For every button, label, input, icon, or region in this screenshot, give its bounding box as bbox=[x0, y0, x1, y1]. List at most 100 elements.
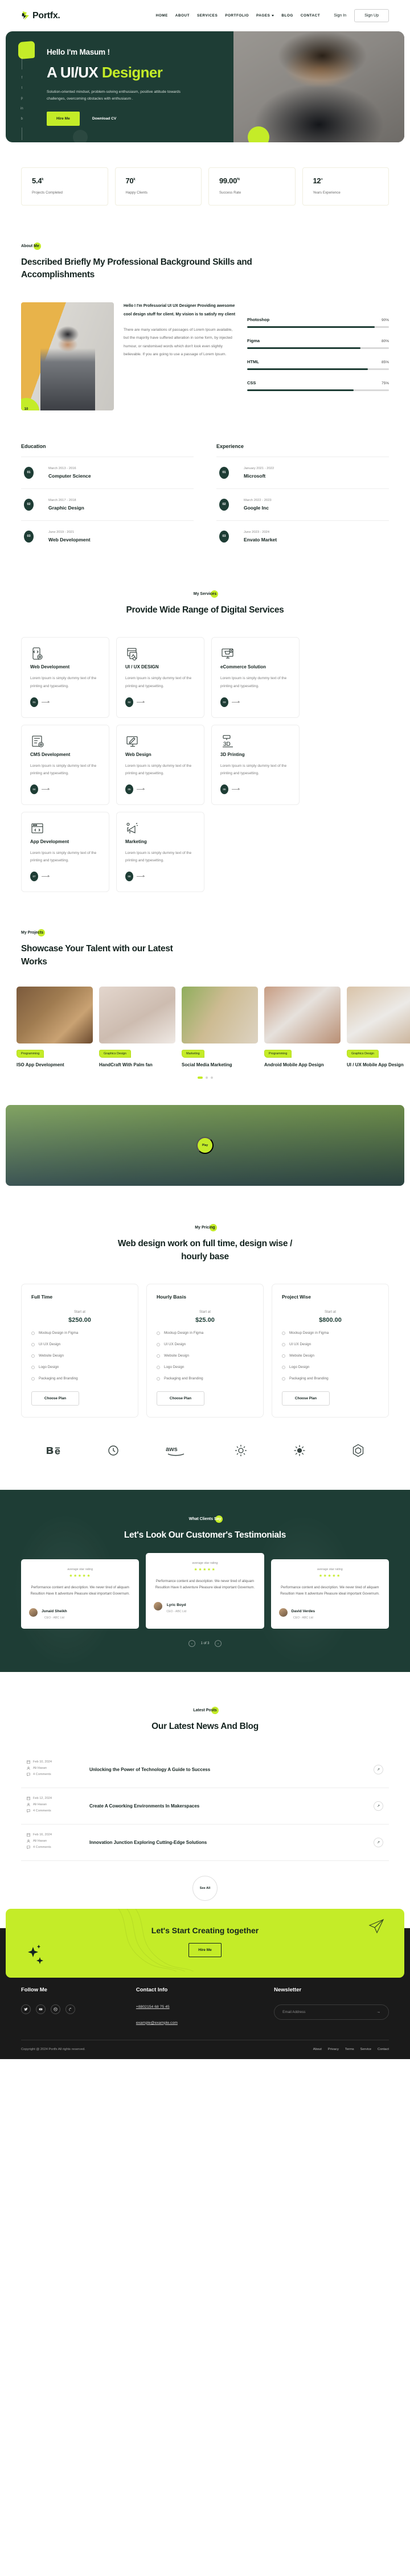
blog-author-text: Ali Hasan bbox=[33, 1802, 47, 1806]
3d-printer-icon: 3D bbox=[220, 735, 235, 751]
avatar bbox=[154, 1601, 163, 1610]
choose-plan-button[interactable]: Choose Plan bbox=[31, 1391, 79, 1406]
service-card[interactable]: Web Design Lorem Ipsum is simply dummy t… bbox=[116, 724, 204, 805]
footer-link-service[interactable]: Service bbox=[360, 2048, 371, 2051]
service-card[interactable]: Web Development Lorem Ipsum is simply du… bbox=[21, 637, 109, 718]
item-date: June 2023 - 2024 bbox=[244, 530, 270, 534]
arrow-right-icon[interactable]: → bbox=[214, 1640, 222, 1648]
shopping-monitor-icon bbox=[220, 648, 235, 664]
resume-section: Education 01 March 2013 - 2016 Computer S… bbox=[21, 443, 389, 552]
arrow-right-icon[interactable] bbox=[42, 875, 50, 878]
brand-logo[interactable]: Portfx. bbox=[21, 11, 60, 21]
video-section: Play bbox=[6, 1105, 404, 1186]
pricing-eyebrow: My Pricing bbox=[195, 1224, 218, 1232]
arrow-right-icon[interactable] bbox=[232, 787, 240, 790]
blog-row[interactable]: Feb 16, 2024 Ali Hasan 4 Comments Innova… bbox=[21, 1825, 389, 1861]
twitter-icon[interactable]: t bbox=[22, 87, 23, 90]
layers-design-icon bbox=[125, 648, 140, 664]
arrow-right-icon[interactable] bbox=[42, 787, 50, 790]
nav-item-services[interactable]: SERVICES bbox=[197, 14, 218, 18]
arrow-right-icon[interactable] bbox=[137, 787, 145, 790]
sparkle-icon bbox=[28, 1944, 43, 1964]
footer-link-contact[interactable]: Contact bbox=[378, 2048, 389, 2051]
pricing-title: Web design work on full time, design wis… bbox=[117, 1239, 293, 1262]
item-name: Computer Science bbox=[48, 473, 91, 479]
behance-icon[interactable]: b bbox=[21, 117, 23, 121]
portfolio-item[interactable]: Programming ISO App Development bbox=[17, 987, 93, 1067]
nav-item-contact[interactable]: CONTACT bbox=[301, 14, 320, 18]
calendar-icon bbox=[27, 1833, 30, 1837]
education-heading: Education bbox=[21, 443, 46, 449]
newsletter-email-input[interactable] bbox=[282, 2010, 376, 2014]
star-rating-icon: ★★★★★ bbox=[69, 1573, 92, 1578]
service-footer: 05 bbox=[125, 784, 195, 794]
arrow-right-icon[interactable] bbox=[137, 875, 145, 878]
phone-link[interactable]: +8802154 68 75 45 bbox=[136, 2005, 274, 2009]
pagination-dot-active[interactable] bbox=[197, 1077, 203, 1079]
nav-item-portfolio[interactable]: PORTFOLIO bbox=[225, 14, 249, 18]
see-all-button[interactable]: See All bbox=[192, 1875, 218, 1901]
nav-item-home[interactable]: HOME bbox=[156, 14, 168, 18]
portfolio-pagination[interactable] bbox=[21, 1077, 389, 1079]
github-icon[interactable] bbox=[65, 2004, 75, 2014]
service-card[interactable]: CMS Development Lorem Ipsum is simply du… bbox=[21, 724, 109, 805]
email-link[interactable]: example@example.com bbox=[136, 2021, 274, 2025]
choose-plan-button[interactable]: Choose Plan bbox=[157, 1391, 204, 1406]
service-card[interactable]: UI / UX DESIGN Lorem Ipsum is simply dum… bbox=[116, 637, 204, 718]
nav-item-pages[interactable]: PAGES bbox=[256, 14, 274, 18]
blog-row[interactable]: Feb 10, 2024 Ali Hasan 4 Comments Unlock… bbox=[21, 1752, 389, 1788]
services-heading: My Services Provide Wide Range of Digita… bbox=[21, 587, 389, 617]
portfolio-item[interactable]: Graphics Design HandCraft With Palm fan bbox=[99, 987, 175, 1067]
nav-item-blog[interactable]: BLOG bbox=[281, 14, 293, 18]
item-date: June 2019 - 2021 bbox=[48, 530, 75, 534]
blog-comments: 4 Comments bbox=[27, 1846, 77, 1849]
pagination-dot[interactable] bbox=[205, 1077, 208, 1079]
linkedin-icon[interactable]: in bbox=[20, 107, 23, 110]
twitter-icon[interactable] bbox=[21, 2004, 31, 2014]
skill-percent: 80% bbox=[381, 339, 389, 343]
calendar-icon bbox=[27, 1760, 30, 1764]
download-cv-button[interactable]: Download CV bbox=[92, 117, 117, 121]
service-card[interactable]: eCommerce Solution Lorem Ipsum is simply… bbox=[211, 637, 300, 718]
arrow-up-right-icon[interactable]: ↗ bbox=[374, 1764, 383, 1774]
dribbble-icon[interactable] bbox=[51, 2004, 60, 2014]
youtube-icon[interactable] bbox=[36, 2004, 46, 2014]
megaphone-icon bbox=[125, 823, 140, 839]
portfolio-item[interactable]: Graphics Design UI / UX Mobile App Desig… bbox=[347, 987, 410, 1067]
choose-plan-button[interactable]: Choose Plan bbox=[282, 1391, 330, 1406]
sign-up-button[interactable]: Sign Up bbox=[354, 9, 389, 22]
item-number: 01 bbox=[219, 466, 229, 479]
service-card[interactable]: Marketing Lorem Ipsum is simply dummy te… bbox=[116, 811, 204, 893]
footer-link-terms[interactable]: Terms bbox=[345, 2048, 354, 2051]
nav-item-about[interactable]: ABOUT bbox=[175, 14, 190, 18]
blog-row[interactable]: Feb 12, 2024 Ali Hasan 4 Comments Create… bbox=[21, 1788, 389, 1825]
portfolio-item[interactable]: Programming Android Mobile App Design bbox=[264, 987, 341, 1067]
about-body: 10 Years Exp Hello I I'm Professorial UI… bbox=[21, 302, 389, 410]
portfolio-tag: Graphics Design bbox=[347, 1050, 379, 1058]
feature-label: Logo Design bbox=[289, 1365, 310, 1370]
blog-author-text: Ali Hasan bbox=[33, 1766, 47, 1770]
plan-price: $800.00 bbox=[319, 1317, 342, 1324]
testimonials-grid: average star rating ★★★★★ Performance co… bbox=[21, 1552, 389, 1629]
arrow-up-right-icon[interactable]: ↗ bbox=[374, 1837, 383, 1847]
stat-card: 5.4k Projects Completed bbox=[21, 167, 108, 206]
pagination-dot[interactable] bbox=[210, 1077, 213, 1079]
arrow-up-right-icon[interactable]: ↗ bbox=[374, 1801, 383, 1811]
hire-me-button[interactable]: Hire Me bbox=[47, 112, 80, 126]
blog-date: Feb 12, 2024 bbox=[27, 1797, 77, 1800]
facebook-icon[interactable]: f bbox=[22, 76, 23, 80]
footer-link-about[interactable]: About bbox=[313, 2048, 322, 2051]
portfolio-item[interactable]: Marketing Social Media Marketing bbox=[182, 987, 258, 1067]
blog-date: Feb 10, 2024 bbox=[27, 1760, 77, 1764]
service-card[interactable]: 3D 3D Printing Lorem Ipsum is simply dum… bbox=[211, 724, 300, 805]
footer-link-privacy[interactable]: Privacy bbox=[328, 2048, 339, 2051]
cta-band: Let's Start Creating together Hire Me bbox=[6, 1908, 404, 1978]
about-lead: Hello I I'm Professorial UI UX Designer … bbox=[124, 303, 236, 317]
service-card[interactable]: App Development Lorem Ipsum is simply du… bbox=[21, 811, 109, 893]
sign-in-link[interactable]: Sign In bbox=[334, 14, 346, 18]
pinterest-icon[interactable]: p bbox=[21, 97, 23, 100]
item-name: Graphic Design bbox=[48, 504, 84, 511]
arrow-left-icon[interactable]: ← bbox=[188, 1640, 196, 1648]
submit-arrow-icon[interactable]: → bbox=[376, 2010, 380, 2014]
play-button[interactable]: Play bbox=[196, 1137, 214, 1155]
